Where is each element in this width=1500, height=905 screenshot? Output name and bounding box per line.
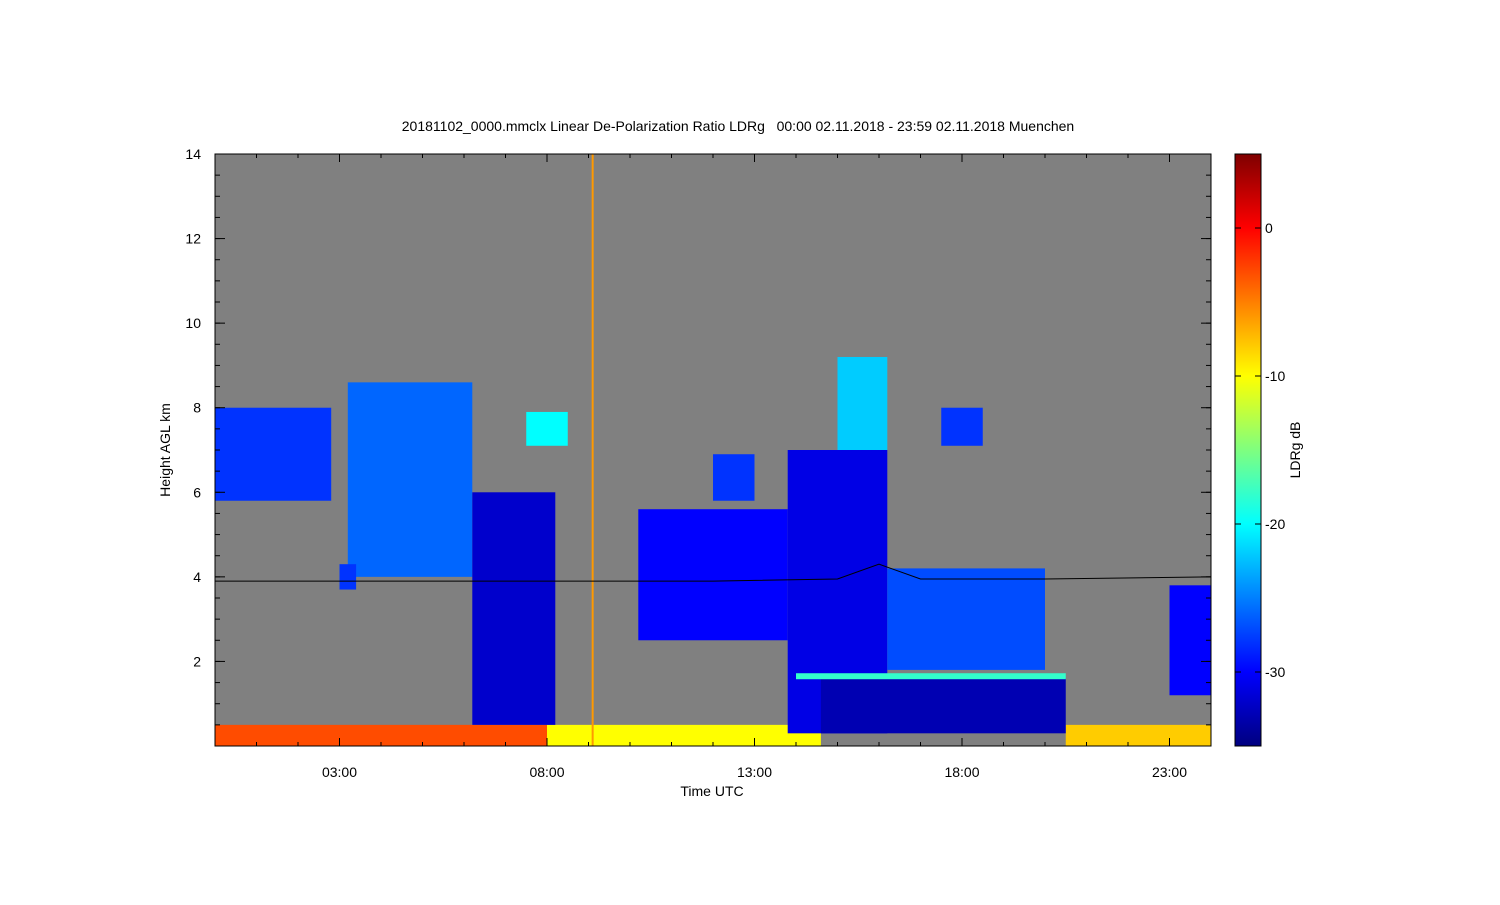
region-mid-cloud-1 <box>638 509 788 641</box>
y-tick-label: 12 <box>185 231 201 247</box>
x-tick-label: 13:00 <box>737 764 772 780</box>
x-tick-label: 18:00 <box>944 764 979 780</box>
region-cloud-patch-mid <box>526 411 568 446</box>
melting-layer <box>796 673 1066 680</box>
y-tick-label: 2 <box>193 653 201 669</box>
region-cirrus-small-right <box>941 407 983 446</box>
y-tick-label: 8 <box>193 400 201 416</box>
colorbar-tick-label: 0 <box>1265 220 1273 236</box>
region-late-echo <box>1169 585 1211 696</box>
colorbar-tick-label: -10 <box>1265 368 1285 384</box>
region-cirrus-tower <box>837 356 888 450</box>
surface-clutter-2 <box>1065 724 1211 746</box>
chart-svg: 20181102_0000.mmclx Linear De-Polarizati… <box>157 118 1303 799</box>
x-tick-label: 08:00 <box>529 764 564 780</box>
chart-title: 20181102_0000.mmclx Linear De-Polarizati… <box>402 118 1074 134</box>
region-mid-cloud-upper <box>713 454 755 501</box>
colorbar-label: LDRg dB <box>1287 422 1303 479</box>
y-tick-label: 10 <box>185 315 201 331</box>
colorbar-tick-label: -20 <box>1265 516 1285 532</box>
y-tick-label: 6 <box>193 484 201 500</box>
region-fallstreak-layer <box>887 568 1045 670</box>
x-tick-label: 23:00 <box>1152 764 1187 780</box>
x-axis-label: Time UTC <box>680 783 743 799</box>
region-cirrus-fallstreak-2 <box>472 492 556 725</box>
region-cirrus-early <box>215 407 332 501</box>
x-tick-label: 03:00 <box>322 764 357 780</box>
region-cirrus-fallstreak-1 <box>347 382 473 577</box>
colorbar-tick-label: -30 <box>1265 664 1285 680</box>
y-tick-label: 4 <box>193 569 201 585</box>
region-small-echo-low <box>339 564 357 590</box>
ldr-chart: 20181102_0000.mmclx Linear De-Polarizati… <box>0 0 1500 900</box>
colorbar: 0 -10 -20 -30 LDRg dB <box>1234 153 1303 747</box>
y-axis-label: Height AGL km <box>157 403 173 497</box>
plot-area <box>214 153 1212 747</box>
y-tick-label: 14 <box>185 146 201 162</box>
region-low-cloud-block <box>820 678 1066 734</box>
colorbar-gradient <box>1234 153 1262 747</box>
